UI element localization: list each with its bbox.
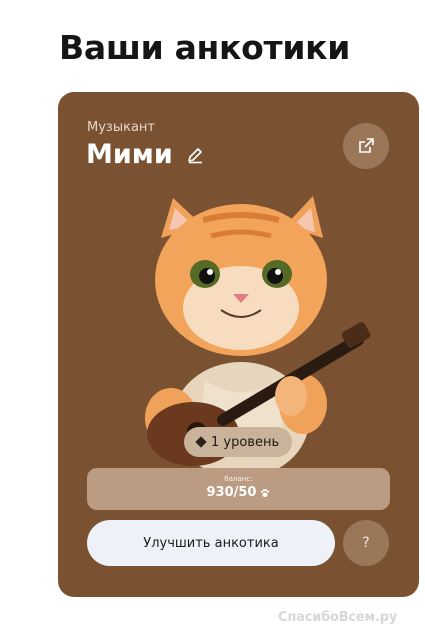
character-name: Мими (86, 139, 173, 170)
balance-value-row: 930/50 (87, 485, 390, 500)
page-title: Ваши анкотики (59, 28, 351, 67)
name-row: Мими (86, 139, 205, 170)
edit-icon[interactable] (185, 145, 205, 165)
character-card: Музыкант Мими 1 уровень баланс: 930/50 У… (58, 92, 419, 597)
balance-label: баланс: (224, 475, 253, 483)
paw-icon (261, 488, 270, 497)
character-role: Музыкант (87, 120, 155, 135)
level-label: 1 уровень (211, 434, 280, 450)
diamond-icon (195, 436, 207, 448)
level-badge: 1 уровень (184, 427, 293, 457)
balance-value: 930/50 (206, 485, 257, 500)
help-button[interactable]: ? (343, 520, 389, 566)
share-icon (359, 138, 374, 153)
share-button[interactable] (343, 123, 389, 169)
balance-box: баланс: 930/50 (87, 468, 390, 510)
watermark: СпасибоВсем.ру (278, 610, 398, 625)
upgrade-button[interactable]: Улучшить анкотика (87, 520, 335, 566)
